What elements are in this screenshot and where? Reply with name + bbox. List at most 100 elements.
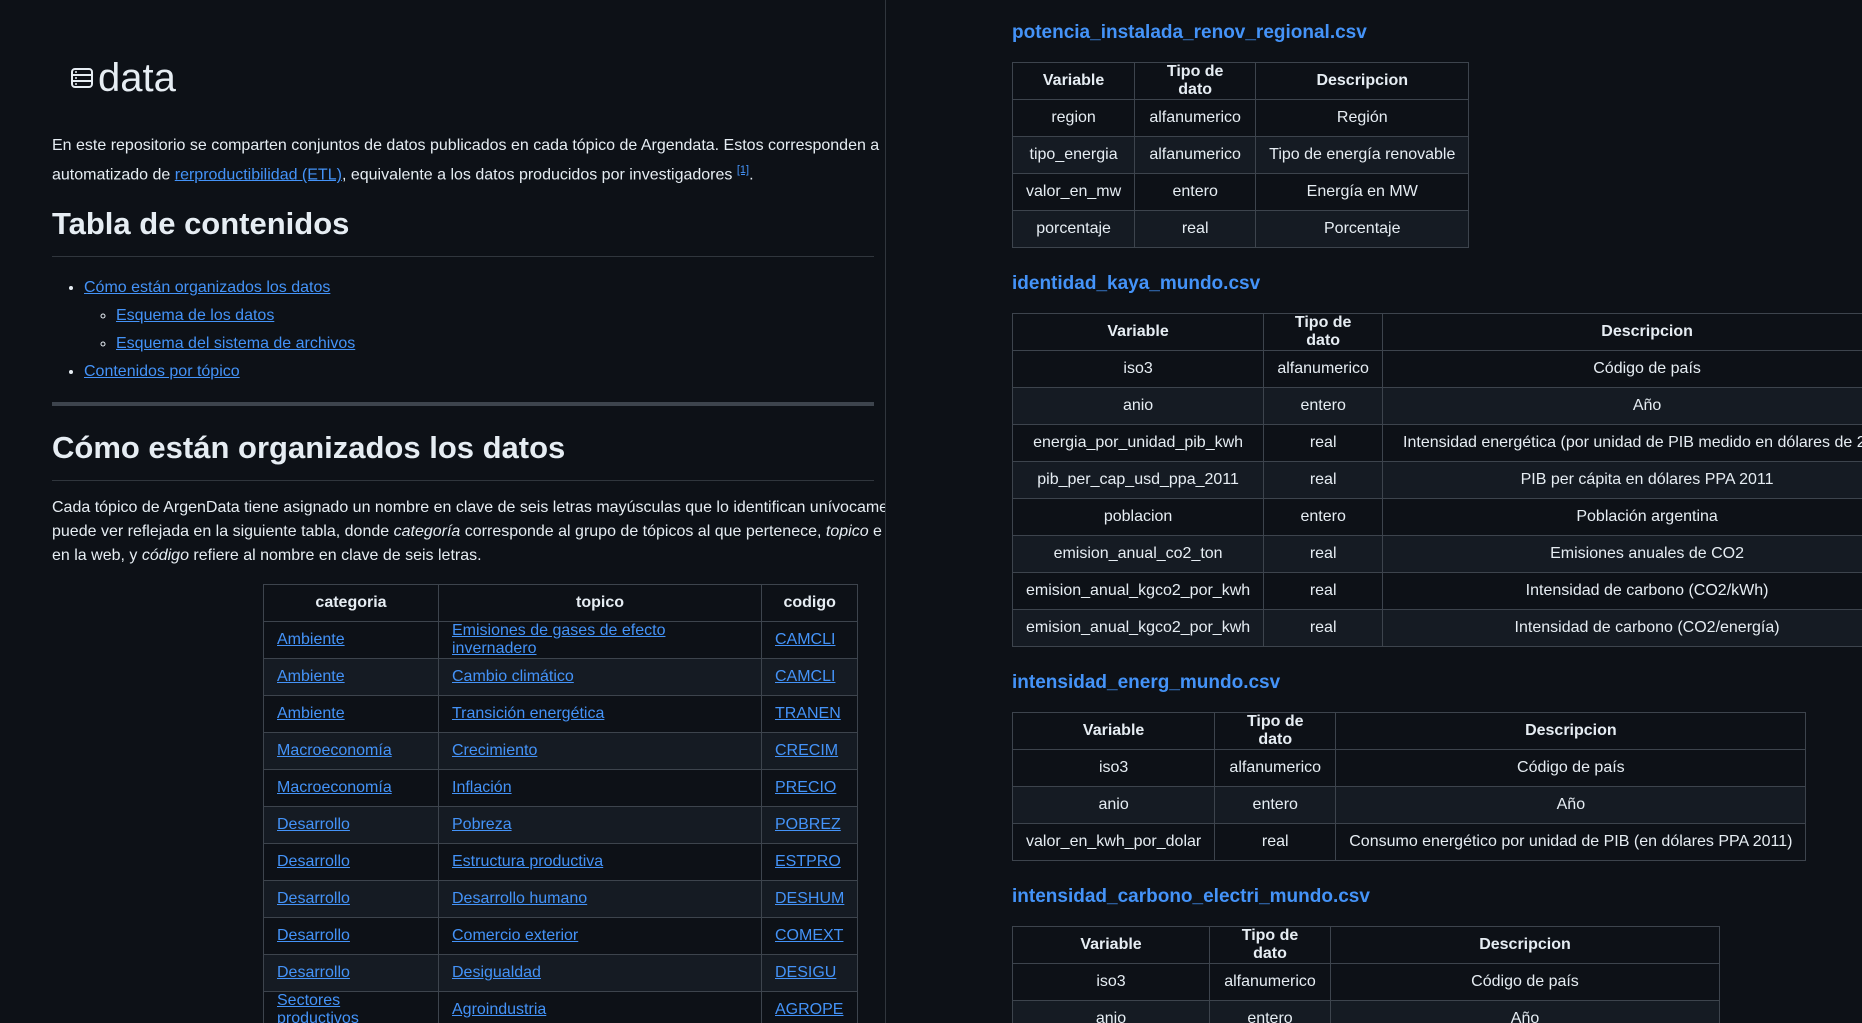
table-row: Macroeconomía Crecimiento CRECIM — [263, 732, 859, 770]
table-row: iso3 alfanumerico Código de país — [1011, 350, 1862, 388]
topic-link[interactable]: Cambio climático — [452, 668, 574, 685]
table-row: emision_anual_kgco2_por_kwh real Intensida… — [1011, 609, 1862, 647]
description-cell: Población argentina — [1382, 498, 1862, 536]
category-link[interactable]: Ambiente — [277, 631, 345, 648]
topic-link[interactable]: Comercio exterior — [452, 927, 578, 944]
variable-cell: iso3 — [1011, 350, 1265, 388]
code-link[interactable]: POBREZ — [775, 816, 841, 833]
toc-link-esquema-datos[interactable]: Esquema de los datos — [116, 307, 274, 324]
table-row: Sectores productivos Agroindustria AGROPE — [263, 991, 859, 1023]
variable-cell: valor_en_kwh_por_dolar — [1011, 823, 1216, 861]
intro-text: . — [749, 166, 754, 184]
code-link[interactable]: DESHUM — [775, 890, 844, 907]
variable-cell: energia_por_unidad_pib_kwh — [1011, 424, 1265, 462]
column-header: Tipo de dato — [1209, 926, 1331, 964]
variable-cell: region — [1011, 99, 1136, 137]
footnote-link[interactable]: [1] — [737, 164, 749, 176]
description-cell: Porcentaje — [1255, 210, 1470, 248]
column-header: codigo — [760, 584, 859, 622]
description-cell: Energía en MW — [1255, 173, 1470, 211]
type-cell: real — [1134, 210, 1257, 248]
table-row: Desarrollo Comercio exterior COMEXT — [263, 917, 859, 955]
topic-link[interactable]: Pobreza — [452, 816, 512, 833]
right-pane: potencia_instalada_renov_regional.csv Va… — [886, 0, 1862, 1023]
code-link[interactable]: CAMCLI — [775, 668, 835, 685]
table-cell: Emisiones de gases de efecto invernadero — [438, 621, 762, 659]
org-text: puede ver reflejada en la siguiente tabl… — [52, 523, 394, 540]
table-cell: Desarrollo — [263, 843, 439, 881]
category-link[interactable]: Desarrollo — [277, 927, 350, 944]
description-cell: Consumo energético por unidad de PIB (en… — [1335, 823, 1807, 861]
table-cell: POBREZ — [760, 806, 859, 844]
table-cell: AGROPE — [760, 991, 859, 1023]
table-row: region alfanumerico Región — [1011, 99, 1470, 137]
category-link[interactable]: Macroeconomía — [277, 779, 392, 796]
table-row: Ambiente Transición energética TRANEN — [263, 695, 859, 733]
type-cell: real — [1263, 535, 1384, 573]
category-link[interactable]: Desarrollo — [277, 853, 350, 870]
variable-cell: anio — [1011, 786, 1216, 824]
topic-link[interactable]: Emisiones de gases de efecto invernadero — [452, 622, 665, 657]
table-row: porcentaje real Porcentaje — [1011, 210, 1470, 248]
variable-cell: tipo_energia — [1011, 136, 1136, 174]
category-link[interactable]: Desarrollo — [277, 890, 350, 907]
code-link[interactable]: TRANEN — [775, 705, 841, 722]
code-link[interactable]: DESIGU — [775, 964, 836, 981]
table-cell: Pobreza — [438, 806, 762, 844]
description-cell: Código de país — [1335, 749, 1807, 787]
topic-link[interactable]: Estructura productiva — [452, 853, 603, 870]
type-cell: entero — [1134, 173, 1257, 211]
table-cell: CAMCLI — [760, 658, 859, 696]
code-link[interactable]: CAMCLI — [775, 631, 835, 648]
toc-subitem: Esquema de los datos — [116, 304, 355, 328]
code-link[interactable]: COMEXT — [775, 927, 843, 944]
topic-link[interactable]: Inflación — [452, 779, 512, 796]
category-link[interactable]: Sectores productivos — [277, 992, 359, 1023]
table-row: Desarrollo Pobreza POBREZ — [263, 806, 859, 844]
file-title: identidad_kaya_mundo.csv — [1012, 273, 1261, 294]
topic-link[interactable]: Desigualdad — [452, 964, 541, 981]
description-cell: Año — [1382, 387, 1862, 425]
code-link[interactable]: ESTPRO — [775, 853, 841, 870]
description-cell: PIB per cápita en dólares PPA 2011 — [1382, 461, 1862, 499]
column-header: Variable — [1011, 313, 1265, 351]
category-link[interactable]: Desarrollo — [277, 964, 350, 981]
topic-link[interactable]: Agroindustria — [452, 1001, 546, 1018]
column-header: Descripcion — [1330, 926, 1720, 964]
column-header: Descripcion — [1335, 712, 1807, 750]
table-cell: Desarrollo — [263, 806, 439, 844]
type-cell: entero — [1209, 1000, 1331, 1023]
variable-cell: emision_anual_kgco2_por_kwh — [1011, 609, 1265, 647]
type-cell: alfanumerico — [1134, 136, 1257, 174]
category-link[interactable]: Macroeconomía — [277, 742, 392, 759]
etl-link[interactable]: rerproductibilidad (ETL) — [175, 166, 342, 183]
type-cell: real — [1263, 572, 1384, 610]
table-cell: Ambiente — [263, 695, 439, 733]
toc-link-esquema-archivos[interactable]: Esquema del sistema de archivos — [116, 335, 355, 352]
schema-table: Variable Tipo de dato Descripcion iso3 al… — [1011, 313, 1862, 647]
toc-link-organizacion[interactable]: Cómo están organizados los datos — [84, 279, 330, 296]
topic-link[interactable]: Crecimiento — [452, 742, 537, 759]
table-cell: Inflación — [438, 769, 762, 807]
code-link[interactable]: AGROPE — [775, 1001, 843, 1018]
org-text: e — [868, 523, 882, 540]
table-row: poblacion entero Población argentina — [1011, 498, 1862, 536]
code-link[interactable]: PRECIO — [775, 779, 836, 796]
intro-text: automatizado de — [52, 166, 175, 184]
table-row: Desarrollo Desigualdad DESIGU — [263, 954, 859, 992]
code-link[interactable]: CRECIM — [775, 742, 838, 759]
topic-link[interactable]: Transición energética — [452, 705, 604, 722]
org-paragraph: Cada tópico de ArgenData tiene asignado … — [52, 496, 885, 568]
description-cell: Año — [1335, 786, 1807, 824]
table-cell: Transición energética — [438, 695, 762, 733]
org-emphasis: topico — [825, 523, 869, 540]
category-link[interactable]: Ambiente — [277, 705, 345, 722]
toc-link-contenidos[interactable]: Contenidos por tópico — [84, 363, 240, 380]
table-cell: PRECIO — [760, 769, 859, 807]
category-link[interactable]: Ambiente — [277, 668, 345, 685]
type-cell: alfanumerico — [1214, 749, 1337, 787]
type-cell: alfanumerico — [1134, 99, 1257, 137]
category-link[interactable]: Desarrollo — [277, 816, 350, 833]
table-cell: Cambio climático — [438, 658, 762, 696]
topic-link[interactable]: Desarrollo humano — [452, 890, 587, 907]
